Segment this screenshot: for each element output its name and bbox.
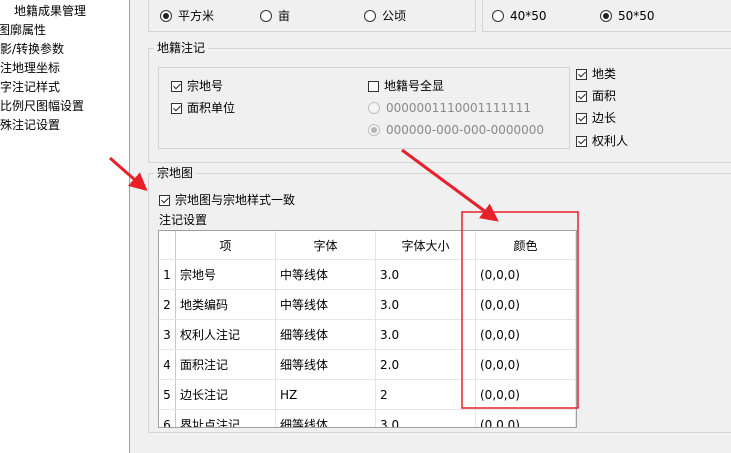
unit-radio-sqm[interactable]: 平方米 xyxy=(160,8,214,24)
cell-color[interactable]: (0,0,0) xyxy=(475,319,576,350)
owner-checkbox[interactable]: 权利人 xyxy=(576,133,628,149)
row-number: 5 xyxy=(159,379,176,410)
column-header-font-size[interactable]: 字体大小 xyxy=(375,231,476,260)
cell-item[interactable]: 边长注记 xyxy=(175,379,276,410)
tree-item-geo-coordinates[interactable]: 标注地理坐标 xyxy=(0,59,60,78)
unit-radio-hectare[interactable]: 公顷 xyxy=(364,8,406,24)
cell-font[interactable]: 中等线体 xyxy=(275,259,376,290)
cell-item[interactable]: 权利人注记 xyxy=(175,319,276,350)
cell-color[interactable]: (0,0,0) xyxy=(475,409,576,427)
table-row[interactable]: 4 面积注记 细等线体 2.0 (0,0,0) xyxy=(159,349,576,380)
radio-selected-icon xyxy=(368,124,380,136)
table-row[interactable]: 6 界址点注记 细等线体 3.0 (0,0,0) xyxy=(159,409,576,427)
table-row[interactable]: 2 地类编码 中等线体 3.0 (0,0,0) xyxy=(159,289,576,320)
row-number: 4 xyxy=(159,349,176,380)
row-number: 1 xyxy=(159,259,176,290)
cell-item[interactable]: 宗地号 xyxy=(175,259,276,290)
row-number: 6 xyxy=(159,409,176,427)
annotation-settings-grid[interactable]: 项 字体 字体大小 颜色 1 宗地号 中等线体 3.0 (0,0,0) 2 地类… xyxy=(158,230,577,428)
show-full-number-checkbox[interactable]: 地籍号全显 xyxy=(368,78,444,94)
checkbox-checked-icon xyxy=(576,136,587,147)
cell-font[interactable]: 细等线体 xyxy=(275,319,376,350)
parcel-map-title: 宗地图 xyxy=(154,166,197,180)
cell-font[interactable]: HZ xyxy=(275,379,376,410)
format-radio-dashed[interactable]: 000000-000-000-0000000 xyxy=(368,122,544,138)
radio-selected-icon xyxy=(600,10,612,22)
settings-content: 平方米 亩 公顷 40*50 50*50 地籍注记 宗地号 面积单位 地籍号全显… xyxy=(130,0,731,453)
checkbox-checked-icon xyxy=(576,113,587,124)
annotation-settings-label: 注记设置 xyxy=(159,213,208,227)
consistent-style-checkbox[interactable]: 宗地图与宗地样式一致 xyxy=(159,192,295,208)
checkbox-checked-icon xyxy=(576,91,587,102)
sheet-radio-50x50[interactable]: 50*50 xyxy=(600,8,655,24)
checkbox-checked-icon xyxy=(159,195,170,206)
format-radio-compact[interactable]: 0000001110001111111 xyxy=(368,100,531,116)
table-row[interactable]: 5 边长注记 HZ 2 (0,0,0) xyxy=(159,379,576,410)
tree-item-special-annotation[interactable]: 特殊注记设置 xyxy=(0,116,60,135)
cell-font-size[interactable]: 3.0 xyxy=(375,409,476,427)
group-bottom-border xyxy=(148,432,731,433)
table-header-row: 项 字体 字体大小 颜色 xyxy=(159,231,576,260)
table-row[interactable]: 3 权利人注记 细等线体 3.0 (0,0,0) xyxy=(159,319,576,350)
row-number: 3 xyxy=(159,319,176,350)
cell-color[interactable]: (0,0,0) xyxy=(475,379,576,410)
row-number: 2 xyxy=(159,289,176,320)
cell-font-size[interactable]: 2.0 xyxy=(375,349,476,380)
radio-icon xyxy=(260,10,272,22)
checkbox-checked-icon xyxy=(576,69,587,80)
row-number-header xyxy=(159,231,176,260)
parcel-no-checkbox[interactable]: 宗地号 xyxy=(171,78,223,94)
edge-length-checkbox[interactable]: 边长 xyxy=(576,110,616,126)
cell-font-size[interactable]: 2 xyxy=(375,379,476,410)
tree-item-projection-params[interactable]: 投影/转换参数 xyxy=(0,40,64,59)
cell-font[interactable]: 细等线体 xyxy=(275,349,376,380)
landtype-checkbox[interactable]: 地类 xyxy=(576,66,616,82)
cell-color[interactable]: (0,0,0) xyxy=(475,289,576,320)
cell-color[interactable]: (0,0,0) xyxy=(475,349,576,380)
tree-item-cadastral-results[interactable]: 地籍成果管理 xyxy=(14,2,86,21)
sheet-radio-40x50[interactable]: 40*50 xyxy=(492,8,547,24)
tree-item-text-style[interactable]: 文字注记样式 xyxy=(0,78,60,97)
cadastral-notes-title: 地籍注记 xyxy=(154,41,209,55)
radio-selected-icon xyxy=(160,10,172,22)
radio-icon xyxy=(492,10,504,22)
checkbox-icon xyxy=(368,81,379,92)
area-unit-checkbox[interactable]: 面积单位 xyxy=(171,100,235,116)
column-header-font[interactable]: 字体 xyxy=(275,231,376,260)
cell-font[interactable]: 细等线体 xyxy=(275,409,376,427)
cell-font[interactable]: 中等线体 xyxy=(275,289,376,320)
cell-color[interactable]: (0,0,0) xyxy=(475,259,576,290)
cell-font-size[interactable]: 3.0 xyxy=(375,289,476,320)
column-header-item[interactable]: 项 xyxy=(175,231,276,260)
radio-icon xyxy=(364,10,376,22)
table-row[interactable]: 1 宗地号 中等线体 3.0 (0,0,0) xyxy=(159,259,576,290)
cell-item[interactable]: 地类编码 xyxy=(175,289,276,320)
cell-item[interactable]: 面积注记 xyxy=(175,349,276,380)
column-header-color[interactable]: 颜色 xyxy=(475,231,576,260)
tree-item-frame-attributes[interactable]: 图廓属性 xyxy=(0,21,46,40)
cell-font-size[interactable]: 3.0 xyxy=(375,319,476,350)
area-checkbox[interactable]: 面积 xyxy=(576,88,616,104)
cell-item[interactable]: 界址点注记 xyxy=(175,409,276,427)
radio-icon xyxy=(368,102,380,114)
unit-radio-mu[interactable]: 亩 xyxy=(260,8,290,24)
cell-font-size[interactable]: 3.0 xyxy=(375,259,476,290)
checkbox-checked-icon xyxy=(171,81,182,92)
checkbox-checked-icon xyxy=(171,103,182,114)
tree-item-small-scale-sheet[interactable]: 小比例尺图幅设置 xyxy=(0,97,84,116)
settings-tree: 地籍成果管理 图廓属性 投影/转换参数 标注地理坐标 文字注记样式 小比例尺图幅… xyxy=(0,0,130,453)
